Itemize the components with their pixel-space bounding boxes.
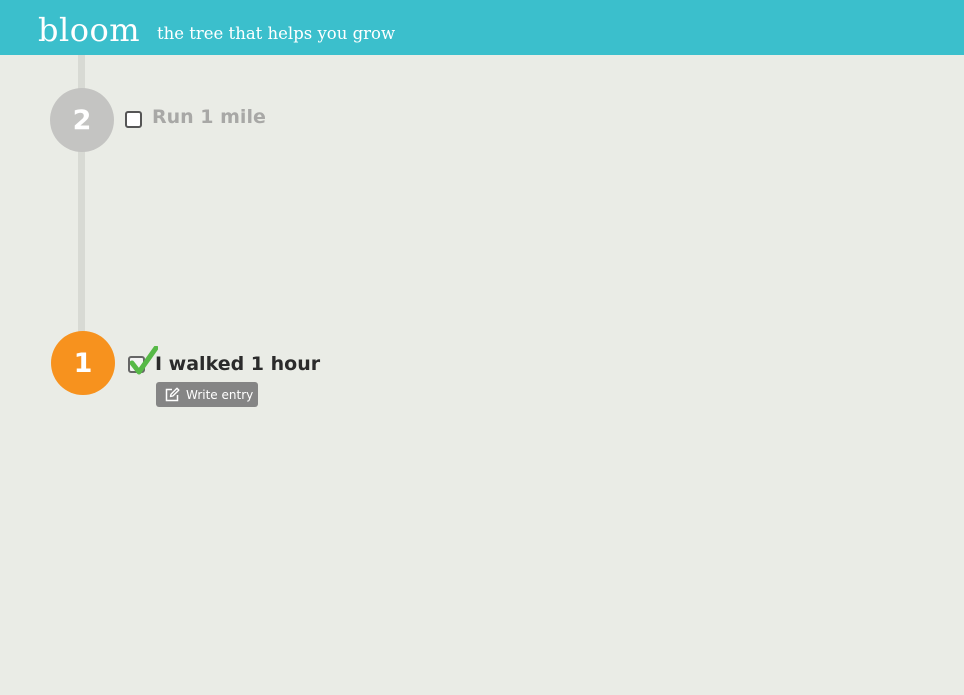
brand-logo[interactable]: bloom <box>38 10 140 50</box>
goal-2-checkbox[interactable] <box>125 111 142 128</box>
app-header: bloom the tree that helps you grow <box>0 0 964 55</box>
goal-node-1: 1 <box>51 331 115 395</box>
checkmark-icon <box>130 346 158 375</box>
goal-node-2: 2 <box>50 88 114 152</box>
goal-2-label: Run 1 mile <box>152 106 266 128</box>
edit-icon <box>165 387 180 401</box>
write-entry-button[interactable]: Write entry <box>156 382 258 407</box>
goal-1-label: I walked 1 hour <box>155 353 321 375</box>
tagline: the tree that helps you grow <box>157 24 396 43</box>
write-entry-label: Write entry <box>186 387 254 402</box>
